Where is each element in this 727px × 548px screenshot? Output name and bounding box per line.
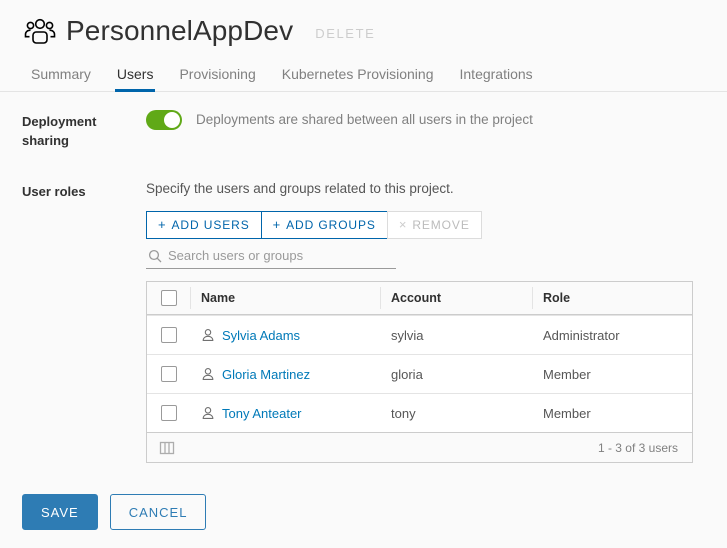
cell-name: Sylvia Adams [191,328,381,343]
add-groups-label: ADD GROUPS [286,218,376,232]
tab-users[interactable]: Users [104,66,167,92]
page-header: PersonnelAppDev DELETE [0,0,727,58]
toggle-knob [164,112,180,128]
user-icon [201,328,215,342]
remove-label: REMOVE [412,218,470,232]
column-header-role[interactable]: Role [533,291,692,305]
page-title: PersonnelAppDev [66,15,294,46]
deployment-sharing-toggle-line: Deployments are shared between all users… [146,110,727,130]
deployment-sharing-toggle[interactable] [146,110,182,130]
cell-account: tony [391,405,416,421]
add-users-button[interactable]: + ADD USERS [146,211,262,239]
table-row[interactable]: Tony Anteater tony Member [147,393,692,432]
close-icon: × [398,217,408,232]
cell-name: Gloria Martinez [191,367,381,382]
user-roles-row: User roles Specify the users and groups … [0,180,727,463]
column-picker-icon[interactable] [159,440,175,456]
deployment-sharing-label: Deployment sharing [22,114,97,148]
cell-role: Member [543,366,591,382]
tab-provisioning[interactable]: Provisioning [166,66,268,91]
user-icon [201,367,215,381]
table-row[interactable]: Sylvia Adams sylvia Administrator [147,315,692,354]
cell-role: Administrator [543,327,620,343]
row-checkbox[interactable] [161,327,177,343]
user-roles-body: Specify the users and groups related to … [146,180,727,463]
user-name-link[interactable]: Tony Anteater [222,406,302,421]
deployment-sharing-row: Deployment sharing Deployments are share… [0,110,727,150]
user-roles-action-buttons: + ADD USERS + ADD GROUPS × REMOVE [146,211,727,239]
user-icon [201,406,215,420]
column-header-account[interactable]: Account [381,287,533,309]
search-input[interactable] [168,248,396,263]
deployment-sharing-description: Deployments are shared between all users… [196,112,533,127]
user-roles-label: User roles [22,184,86,199]
user-roles-description: Specify the users and groups related to … [146,181,454,196]
select-all-cell [147,287,191,309]
add-users-label: ADD USERS [171,218,250,232]
cancel-button[interactable]: CANCEL [109,494,207,530]
cell-account: gloria [391,366,423,382]
table-header-row: Name Account Role [147,282,692,315]
add-groups-button[interactable]: + ADD GROUPS [260,211,388,239]
row-checkbox[interactable] [161,405,177,421]
delete-link[interactable]: DELETE [315,21,375,41]
column-header-name[interactable]: Name [191,287,381,309]
search-users-groups [146,243,396,269]
form-footer: SAVE CANCEL [22,494,207,530]
tab-bar: Summary Users Provisioning Kubernetes Pr… [0,58,727,92]
user-name-link[interactable]: Sylvia Adams [222,328,300,343]
save-button[interactable]: SAVE [22,494,98,530]
plus-icon: + [158,217,167,232]
user-roles-table: Name Account Role Sylvia Adams sylvia Ad… [146,281,693,463]
row-select-cell [147,327,191,343]
search-icon [148,249,162,263]
row-checkbox[interactable] [161,366,177,382]
tab-summary[interactable]: Summary [18,66,104,91]
pagination-summary: 1 - 3 of 3 users [597,440,678,455]
group-people-icon [22,16,58,46]
row-select-cell [147,366,191,382]
select-all-checkbox[interactable] [160,290,177,306]
tab-integrations[interactable]: Integrations [447,66,546,91]
remove-button: × REMOVE [386,211,482,239]
user-name-link[interactable]: Gloria Martinez [222,367,310,382]
tab-kubernetes-provisioning[interactable]: Kubernetes Provisioning [269,66,447,91]
deployment-sharing-body: Deployments are shared between all users… [146,110,727,150]
plus-icon: + [272,217,282,232]
cell-role: Member [543,405,591,421]
cell-account: sylvia [391,327,424,343]
users-settings-page: PersonnelAppDev DELETE Summary Users Pro… [0,0,727,548]
row-select-cell [147,405,191,421]
cell-name: Tony Anteater [191,406,381,421]
table-row[interactable]: Gloria Martinez gloria Member [147,354,692,393]
table-footer: 1 - 3 of 3 users [147,432,692,462]
